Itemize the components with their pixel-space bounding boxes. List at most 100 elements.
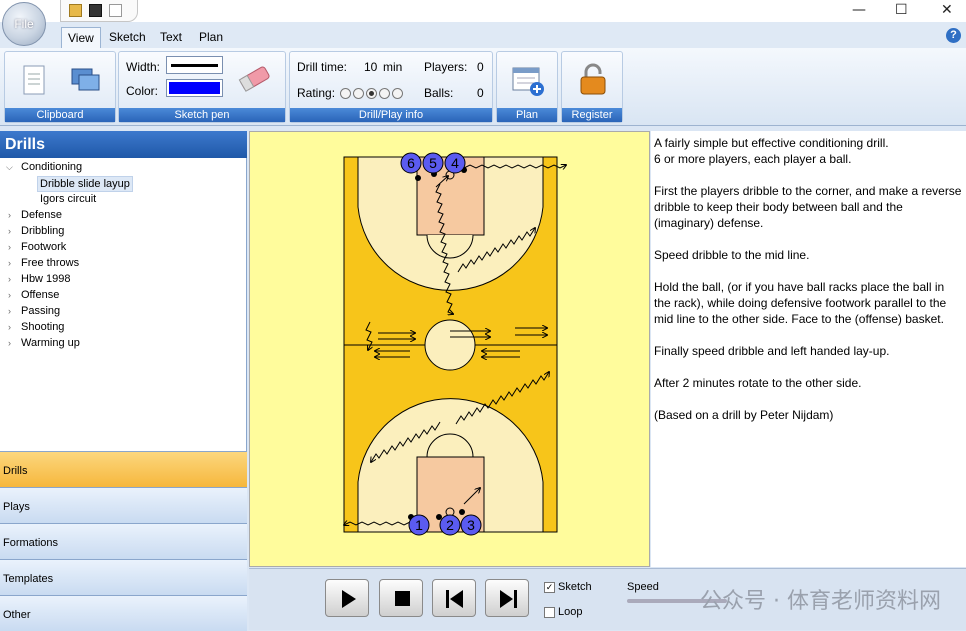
collapsed-arrow-icon[interactable]: › (8, 242, 11, 252)
tree-item-igors-circuit[interactable]: Igors circuit (40, 193, 96, 205)
save-icon[interactable] (89, 4, 102, 17)
pen-width-select[interactable] (166, 56, 223, 74)
tab-sketch[interactable]: Sketch (103, 27, 152, 48)
description-paragraph: Speed dribble to the mid line. (654, 248, 810, 262)
collapsed-arrow-icon[interactable]: › (8, 338, 11, 348)
plan-label: Plan (497, 108, 557, 122)
skip-end-button[interactable] (485, 579, 529, 617)
pen-color-swatch (169, 82, 220, 94)
tree-item-defense[interactable]: Defense (21, 209, 62, 221)
player-6-label: 6 (407, 155, 415, 171)
players-value[interactable]: 0 (477, 60, 484, 74)
collapsed-arrow-icon[interactable]: › (8, 226, 11, 236)
tree-item-warming-up[interactable]: Warming up (21, 337, 80, 349)
collapsed-arrow-icon[interactable]: › (8, 290, 11, 300)
play-button[interactable] (325, 579, 369, 617)
balls-value[interactable]: 0 (477, 86, 484, 100)
minimize-button[interactable]: — (852, 2, 866, 18)
tree-item-free-throws[interactable]: Free throws (21, 257, 79, 269)
expanded-arrow-icon[interactable]: ⌵ (6, 162, 13, 173)
description-paragraph: Finally speed dribble and left handed la… (654, 344, 890, 358)
collapsed-arrow-icon[interactable]: › (8, 258, 11, 268)
plan-icon[interactable] (511, 65, 545, 97)
nav-formations[interactable]: Formations (0, 523, 247, 559)
rating-dot[interactable] (353, 88, 364, 99)
player-3-label: 3 (467, 517, 475, 533)
clipboard-label: Clipboard (5, 108, 115, 122)
clipboard-group: Clipboard (4, 51, 116, 123)
close-button[interactable]: ✕ (941, 2, 953, 18)
copy-image-icon[interactable] (71, 68, 101, 92)
nav-plays[interactable]: Plays (0, 487, 247, 523)
description-paragraph: (Based on a drill by Peter Nijdam) (654, 408, 834, 422)
description-paragraph: After 2 minutes rotate to the other side… (654, 376, 862, 390)
rating-dot[interactable] (366, 88, 377, 99)
drill-time-value[interactable]: 10 (364, 60, 377, 74)
eraser-icon[interactable] (237, 64, 273, 94)
watermark-text: 公众号 · 体育老师资料网 (700, 589, 941, 614)
nav-drills[interactable]: Drills (0, 451, 247, 487)
open-folder-icon[interactable] (69, 4, 82, 17)
ribbon-tab-row: View Sketch Text Plan (0, 22, 966, 48)
tree-item-shooting[interactable]: Shooting (21, 321, 64, 333)
file-button[interactable]: File (2, 2, 46, 46)
rating-dot[interactable] (379, 88, 390, 99)
nav-templates[interactable]: Templates (0, 559, 247, 595)
stop-button[interactable] (379, 579, 423, 617)
left-panel: Drills ⌵ Conditioning Dribble slide layu… (0, 131, 247, 631)
sketch-checkbox[interactable]: ✓ (544, 582, 555, 593)
collapsed-arrow-icon[interactable]: › (8, 274, 11, 284)
drill-time-label: Drill time: (297, 60, 347, 74)
width-label: Width: (126, 60, 161, 74)
tree-item-conditioning[interactable]: Conditioning (21, 161, 82, 173)
collapsed-arrow-icon[interactable]: › (8, 210, 11, 220)
paste-icon[interactable] (21, 64, 47, 96)
maximize-button[interactable]: ☐ (895, 2, 908, 18)
register-label: Register (562, 108, 622, 122)
sketch-pen-label: Sketch pen (119, 108, 285, 122)
color-label: Color: (126, 84, 159, 98)
drill-info-group: Drill time: 10 min Players: 0 Rating: Ba… (289, 51, 493, 123)
tree-item-dribbling[interactable]: Dribbling (21, 225, 64, 237)
tab-view[interactable]: View (61, 27, 101, 48)
sketch-pen-group: Width: Color: Sketch pen (118, 51, 286, 123)
stop-icon (395, 591, 410, 606)
plan-group: Plan (496, 51, 558, 123)
pen-width-line (171, 64, 218, 67)
loop-checkbox[interactable] (544, 607, 555, 618)
lock-icon[interactable] (576, 62, 610, 96)
skip-start-icon (446, 590, 463, 608)
rating-dot[interactable] (392, 88, 403, 99)
rating-dot[interactable] (340, 88, 351, 99)
tree-item-footwork[interactable]: Footwork (21, 241, 66, 253)
title-bar (0, 0, 966, 22)
tree-item-passing[interactable]: Passing (21, 305, 60, 317)
pen-color-select[interactable] (166, 79, 223, 97)
register-group: Register (561, 51, 623, 123)
collapsed-arrow-icon[interactable]: › (8, 322, 11, 332)
sketch-label: Sketch (558, 581, 592, 593)
rewind-button[interactable] (432, 579, 476, 617)
tree-item-dribble-slide-layup[interactable]: Dribble slide layup (37, 176, 133, 192)
player-4-label: 4 (451, 155, 459, 171)
ribbon: Clipboard Width: Color: Sketch pen Drill… (0, 48, 966, 126)
rating-label: Rating: (297, 86, 336, 100)
playback-bar: ✓ Sketch Loop Speed 公众号 · 体育老师资料网 (249, 568, 966, 630)
tab-plan[interactable]: Plan (193, 27, 229, 48)
help-icon[interactable]: ? (946, 28, 961, 43)
tree-item-hbw-1998[interactable]: Hbw 1998 (21, 273, 71, 285)
quick-access-toolbar (60, 0, 138, 22)
new-document-icon[interactable] (109, 4, 122, 17)
description-paragraph: Hold the ball, (or if you have ball rack… (654, 280, 947, 326)
collapsed-arrow-icon[interactable]: › (8, 306, 11, 316)
tree-item-offense[interactable]: Offense (21, 289, 59, 301)
players-bottom[interactable]: 1 2 3 (408, 514, 482, 536)
players-top[interactable]: 6 5 4 (400, 152, 466, 174)
court-canvas[interactable]: 6 5 4 1 2 3 (249, 131, 650, 567)
panel-title: Drills (0, 131, 247, 158)
tab-text[interactable]: Text (154, 27, 188, 48)
nav-other[interactable]: Other (0, 595, 247, 631)
description-panel[interactable]: A fairly simple but effective conditioni… (651, 131, 966, 567)
rating-control[interactable] (340, 88, 406, 100)
skip-end-icon (500, 590, 517, 608)
